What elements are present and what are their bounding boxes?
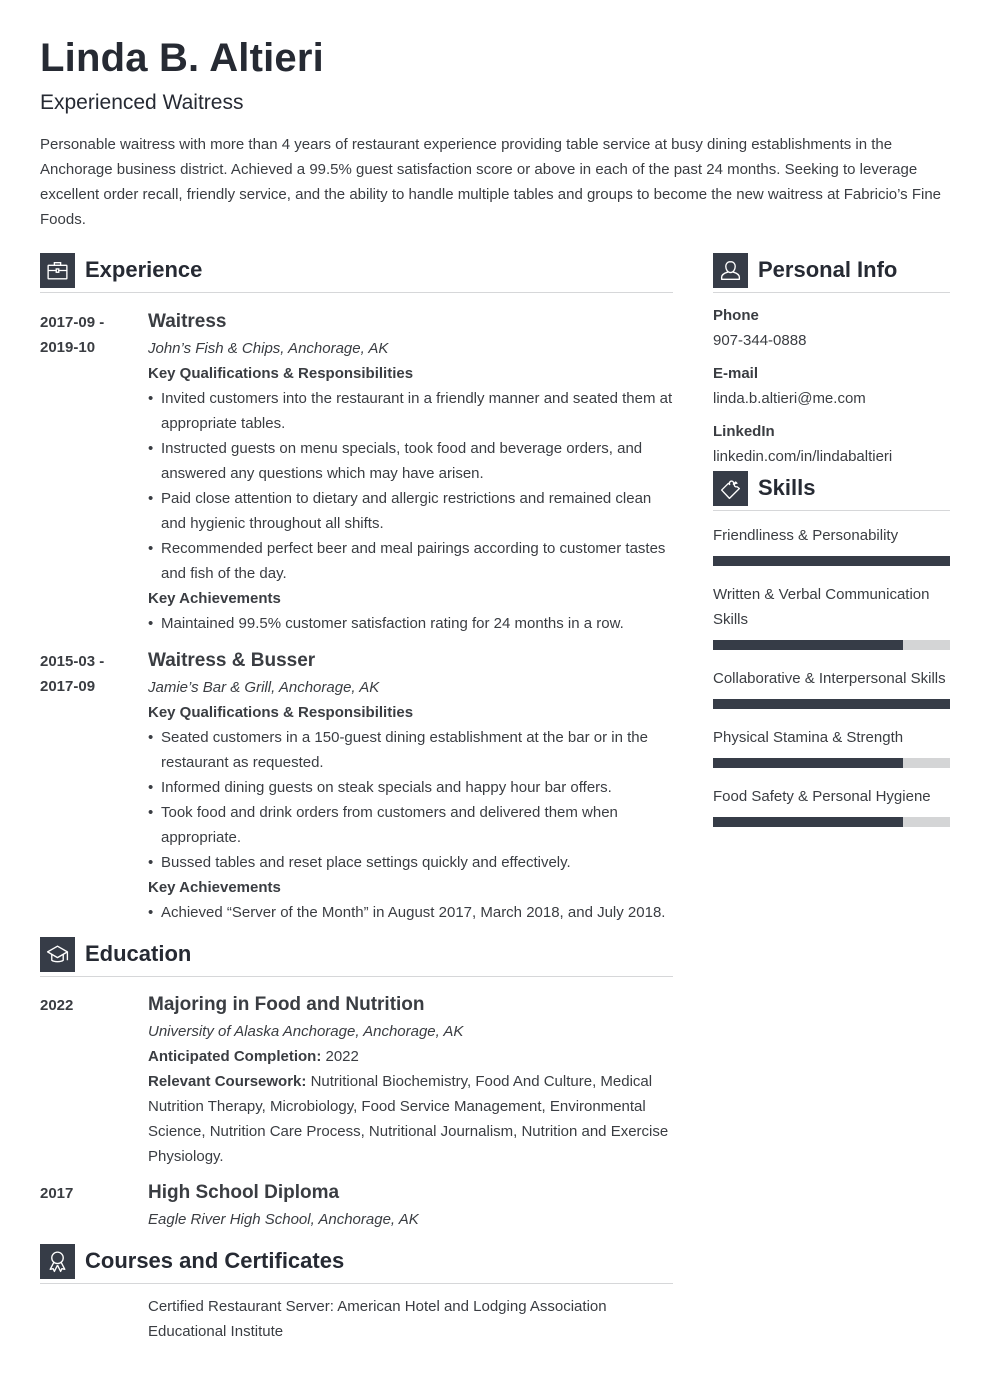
certificates-section-header: Courses and Certificates [40, 1243, 673, 1284]
skill-level-fill [713, 640, 903, 650]
education-section-header: Education [40, 936, 673, 977]
experience-heading: Experience [85, 257, 203, 282]
education-entry: 2022 Majoring in Food and Nutrition Univ… [40, 991, 673, 1169]
phone-value: 907-344-0888 [713, 332, 807, 349]
degree: High School Diploma [148, 1182, 340, 1203]
education-heading: Education [85, 941, 192, 966]
achievements-heading: Key Achievements [148, 879, 281, 896]
skill-name: Collaborative & Interpersonal Skills [713, 670, 946, 687]
award-ribbon-icon [40, 1243, 75, 1279]
skill-level-fill [713, 556, 950, 566]
puzzle-piece-icon [713, 470, 748, 506]
education-entry: 2017 High School Diploma Eagle River Hig… [40, 1179, 673, 1232]
info-label: Phone [713, 307, 759, 324]
sidebar-column: Personal Info Phone 907-344-0888 E-mail … [713, 252, 950, 843]
main-column: Experience 2017-09 - 2019-10 Waitress Jo… [40, 252, 673, 1344]
skills-section-header: Skills [713, 470, 950, 511]
candidate-title: Experienced Waitress [40, 91, 244, 114]
personal-info-section-header: Personal Info [713, 252, 950, 293]
coursework-line: Relevant Coursework: Nutritional Biochem… [148, 1069, 673, 1169]
list-item: Paid close attention to dietary and alle… [148, 486, 673, 536]
skills-heading: Skills [758, 475, 816, 500]
completion-value: 2022 [325, 1048, 359, 1065]
skill-level-bar [713, 758, 950, 768]
education-date: 2022 [40, 997, 74, 1014]
skill-level-bar [713, 817, 950, 827]
personal-info-heading: Personal Info [758, 257, 898, 282]
achievements-list: Maintained 99.5% customer satisfaction r… [148, 611, 673, 636]
list-item: Bussed tables and reset place settings q… [148, 850, 673, 875]
skill-item: Food Safety & Personal Hygiene [713, 784, 950, 827]
degree: Majoring in Food and Nutrition [148, 994, 425, 1015]
info-label: LinkedIn [713, 423, 775, 440]
experience-entry: 2015-03 - 2017-09 Waitress & Busser Jami… [40, 647, 673, 925]
skill-item: Collaborative & Interpersonal Skills [713, 666, 950, 709]
date-end: 2017-09 [40, 678, 96, 695]
skill-item: Written & Verbal Communication Skills [713, 582, 950, 650]
skill-item: Friendliness & Personability [713, 523, 950, 566]
skill-level-bar [713, 699, 950, 709]
skill-level-fill [713, 817, 903, 827]
certificate-item: Certified Restaurant Server: American Ho… [148, 1298, 607, 1340]
certificates-heading: Courses and Certificates [85, 1248, 345, 1273]
info-field-phone: Phone 907-344-0888 [713, 303, 950, 353]
experience-dates: 2017-09 - 2019-10 [40, 308, 148, 636]
list-item: Achieved “Server of the Month” in August… [148, 900, 673, 925]
education-date: 2017 [40, 1185, 74, 1202]
job-title: Waitress [148, 311, 227, 332]
summary-paragraph: Personable waitress with more than 4 yea… [40, 136, 942, 228]
list-item: Informed dining guests on steak specials… [148, 775, 673, 800]
experience-entry: 2017-09 - 2019-10 Waitress John’s Fish &… [40, 308, 673, 636]
certificate-entry: Certified Restaurant Server: American Ho… [40, 1294, 673, 1344]
school: University of Alaska Anchorage, Anchorag… [148, 1023, 464, 1040]
info-label: E-mail [713, 365, 759, 382]
list-item: Maintained 99.5% customer satisfaction r… [148, 611, 673, 636]
skill-name: Physical Stamina & Strength [713, 729, 904, 746]
list-item: Recommended perfect beer and meal pairin… [148, 536, 673, 586]
graduation-cap-icon [40, 936, 75, 972]
experience-section-header: Experience [40, 252, 673, 293]
date-end: 2019-10 [40, 339, 96, 356]
skill-name: Written & Verbal Communication Skills [713, 586, 930, 628]
duties-list: Seated customers in a 150-guest dining e… [148, 725, 673, 875]
skill-item: Physical Stamina & Strength [713, 725, 950, 768]
skill-level-bar [713, 556, 950, 566]
skill-name: Friendliness & Personability [713, 527, 899, 544]
user-icon [713, 252, 748, 288]
skill-level-fill [713, 699, 950, 709]
list-item: Invited customers into the restaurant in… [148, 386, 673, 436]
duties-list: Invited customers into the restaurant in… [148, 386, 673, 586]
list-item: Instructed guests on menu specials, took… [148, 436, 673, 486]
skill-level-fill [713, 758, 903, 768]
qualifications-heading: Key Qualifications & Responsibilities [148, 704, 414, 721]
skill-level-bar [713, 640, 950, 650]
company: Jamie’s Bar & Grill, Anchorage, AK [148, 679, 380, 696]
list-item: Took food and drink orders from customer… [148, 800, 673, 850]
skills-list: Friendliness & Personability Written & V… [713, 523, 950, 827]
experience-dates: 2015-03 - 2017-09 [40, 647, 148, 925]
qualifications-heading: Key Qualifications & Responsibilities [148, 365, 414, 382]
date-start: 2017-09 - [40, 314, 105, 331]
achievements-heading: Key Achievements [148, 590, 281, 607]
date-start: 2015-03 - [40, 653, 105, 670]
skill-name: Food Safety & Personal Hygiene [713, 788, 931, 805]
completion-label: Anticipated Completion: [148, 1048, 322, 1065]
school: Eagle River High School, Anchorage, AK [148, 1211, 419, 1228]
completion-line: Anticipated Completion: 2022 [148, 1044, 673, 1069]
info-field-email: E-mail linda.b.altieri@me.com [713, 361, 950, 411]
job-title: Waitress & Busser [148, 650, 316, 671]
candidate-name: Linda B. Altieri [40, 36, 324, 80]
briefcase-icon [40, 252, 75, 288]
achievements-list: Achieved “Server of the Month” in August… [148, 900, 673, 925]
list-item: Seated customers in a 150-guest dining e… [148, 725, 673, 775]
coursework-label: Relevant Coursework: [148, 1073, 307, 1090]
email-value[interactable]: linda.b.altieri@me.com [713, 386, 950, 411]
company: John’s Fish & Chips, Anchorage, AK [148, 340, 389, 357]
linkedin-value[interactable]: linkedin.com/in/lindabaltieri [713, 444, 950, 469]
info-field-linkedin: LinkedIn linkedin.com/in/lindabaltieri [713, 419, 950, 469]
